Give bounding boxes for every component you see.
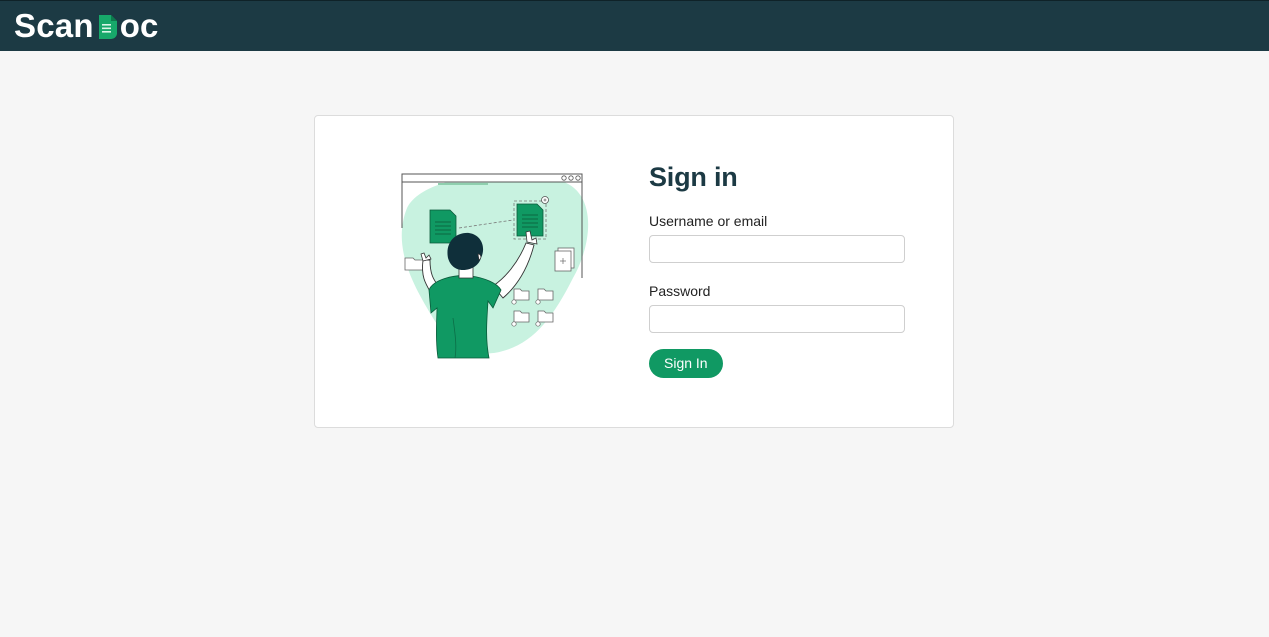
logo-text-suffix: oc xyxy=(119,7,159,44)
document-icon xyxy=(98,15,117,40)
password-label: Password xyxy=(649,283,711,299)
sign-in-button[interactable]: Sign In xyxy=(649,349,723,378)
person-organizing-documents-illustration xyxy=(401,173,589,359)
username-label: Username or email xyxy=(649,213,768,229)
page-title: Sign in xyxy=(649,162,738,192)
signin-card: Sign in Username or email Password Sign … xyxy=(314,115,954,428)
scandoc-logo[interactable]: Scan oc xyxy=(14,7,159,45)
username-input[interactable] xyxy=(649,235,905,263)
signin-form: Sign in Username or email Password Sign … xyxy=(649,160,909,378)
top-navbar: Scan oc xyxy=(0,0,1269,51)
password-input[interactable] xyxy=(649,305,905,333)
logo-text-prefix: Scan xyxy=(14,7,94,44)
